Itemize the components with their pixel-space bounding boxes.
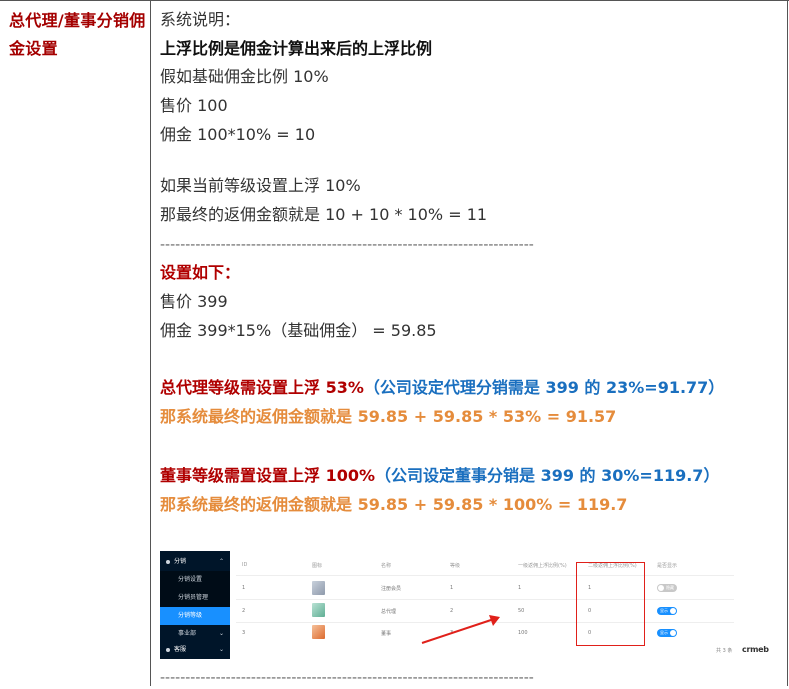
red-arrow-icon xyxy=(421,615,500,644)
